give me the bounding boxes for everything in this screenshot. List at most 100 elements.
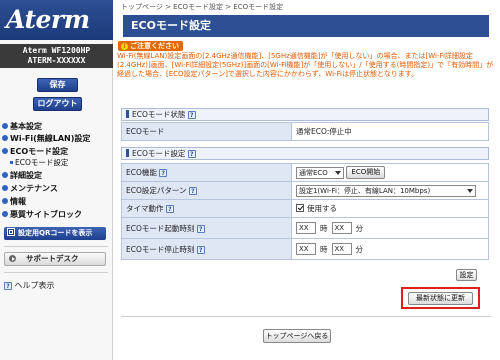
logo-text: Aterm	[6, 5, 90, 34]
hour-unit: 時	[320, 244, 328, 254]
table-row: タイマ動作 ? 使用する	[121, 199, 489, 218]
table-row: ECOモード 通常ECO:停止中	[121, 122, 489, 141]
table-row: ECOモード停止時刻 ? XX 時 XX 分	[121, 238, 489, 260]
minute-unit: 分	[355, 244, 364, 254]
refresh-highlight: 最新状態に更新	[401, 287, 480, 309]
bullet-icon	[2, 211, 8, 217]
hour-unit: 時	[320, 223, 328, 233]
help-icon[interactable]: ?	[187, 150, 196, 158]
row-label: タイマ動作	[126, 204, 164, 213]
nav-label: 基本設定	[10, 122, 42, 131]
help-icon[interactable]: ?	[196, 245, 205, 254]
notice-heading: ! ご注意ください	[118, 41, 183, 51]
eco-pattern-select[interactable]: 設定1(Wi-Fi：停止、有線LAN：10Mbps)	[296, 184, 476, 197]
nav-label: 情報	[10, 197, 26, 206]
nav-eco-mode[interactable]: ECOモード設定	[2, 146, 68, 157]
sidebar: Aterm Aterm WF1200HP ATERM-XXXXXX 保存 ログア…	[0, 0, 113, 360]
eco-function-cell: 通常ECO ECO開始	[291, 163, 489, 182]
pattern-label: ECO設定パターン ?	[121, 181, 292, 200]
nav-eco-mode-settings[interactable]: ECOモード設定	[10, 157, 68, 168]
aterm-logo: Aterm	[0, 0, 113, 40]
nav-maintenance[interactable]: メンテナンス	[2, 183, 58, 194]
start-time-cell: XX 時 XX 分	[291, 217, 489, 239]
section-bar	[126, 110, 129, 118]
nav-label: Wi-Fi(無線LAN)設定	[10, 134, 91, 143]
show-qr-code-button[interactable]: 設定用QRコードを表示	[4, 227, 106, 240]
pattern-cell: 設定1(Wi-Fi：停止、有線LAN：10Mbps)	[291, 181, 489, 200]
help-link[interactable]: ? ヘルプ表示	[4, 280, 55, 291]
bullet-icon	[2, 185, 8, 191]
logout-button[interactable]: ログアウト	[33, 97, 82, 111]
minute-unit: 分	[355, 223, 364, 233]
help-icon[interactable]: ?	[159, 169, 168, 177]
nav-malicious-site-block[interactable]: 悪質サイトブロック	[2, 209, 82, 220]
setting-section-header: ECOモード設定 ?	[121, 147, 489, 160]
stop-hour-input[interactable]: XX	[296, 243, 316, 255]
start-minute-input[interactable]: XX	[331, 222, 352, 234]
status-section-header: ECOモード状態 ?	[121, 108, 489, 121]
help-icon[interactable]: ?	[187, 111, 196, 119]
timer-cell: 使用する	[291, 199, 489, 218]
stop-time-cell: XX 時 XX 分	[291, 238, 489, 260]
qr-label: 設定用QRコードを表示	[18, 229, 93, 237]
nav-info[interactable]: 情報	[2, 196, 26, 207]
set-button[interactable]: 設定	[456, 269, 477, 281]
help-icon[interactable]: ?	[165, 205, 174, 213]
section-title: ECOモード状態	[132, 110, 186, 119]
support-desk-button[interactable]: サポートデスク	[4, 252, 106, 266]
checkbox-label: 使用する	[307, 204, 337, 213]
eco-mode-label: ECOモード	[121, 122, 292, 141]
table-row: ECOモード起動時刻 ? XX 時 XX 分	[121, 217, 489, 239]
eco-function-label: ECO機能 ?	[121, 163, 292, 182]
divider	[4, 246, 108, 247]
warning-icon: !	[121, 43, 128, 50]
page-title: ECOモード設定	[123, 15, 489, 37]
stop-time-label: ECOモード停止時刻 ?	[121, 238, 292, 260]
status-table: ECOモード 通常ECO:停止中	[121, 122, 489, 141]
help-icon: ?	[4, 282, 12, 290]
start-hour-input[interactable]: XX	[296, 222, 316, 234]
nav-wifi-settings[interactable]: Wi-Fi(無線LAN)設定	[2, 133, 90, 144]
bullet-icon	[2, 198, 8, 204]
help-label: ヘルプ表示	[14, 281, 55, 290]
help-icon[interactable]: ?	[196, 224, 205, 233]
nav-label: ECOモード設定	[10, 147, 69, 156]
row-label: ECO機能	[126, 168, 157, 177]
row-label: ECOモード停止時刻	[126, 244, 195, 254]
bullet-icon	[10, 161, 13, 164]
eco-function-select[interactable]: 通常ECO	[296, 166, 344, 179]
nav-label: ECOモード設定	[15, 158, 69, 167]
qr-code-icon	[7, 228, 15, 236]
setting-table: ECO機能 ? 通常ECO ECO開始 ECO設定パターン ? 設定1(Wi-F…	[121, 163, 489, 260]
table-row: ECO機能 ? 通常ECO ECO開始	[121, 163, 489, 182]
divider	[4, 272, 108, 273]
chevron-down-icon	[467, 188, 473, 193]
timer-label: タイマ動作 ?	[121, 199, 292, 218]
back-to-top-button[interactable]: トップページへ戻る	[263, 329, 331, 343]
divider	[121, 316, 491, 317]
device-id: ATERM-XXXXXX	[27, 56, 86, 65]
start-time-label: ECOモード起動時刻 ?	[121, 217, 292, 239]
stop-minute-input[interactable]: XX	[331, 243, 352, 255]
nav-basic-settings[interactable]: 基本設定	[2, 121, 42, 132]
device-model: Aterm WF1200HP ATERM-XXXXXX	[0, 44, 113, 68]
timer-checkbox[interactable]	[296, 204, 304, 212]
bullet-icon	[2, 135, 8, 141]
chevron-down-icon	[335, 170, 341, 175]
help-icon[interactable]: ?	[188, 187, 197, 195]
save-button[interactable]: 保存	[37, 78, 78, 92]
bullet-icon	[2, 148, 8, 154]
eco-start-button[interactable]: ECO開始	[346, 166, 386, 179]
eco-mode-status: 通常ECO:停止中	[291, 122, 489, 141]
arrow-icon	[9, 255, 16, 262]
section-title: ECOモード設定	[132, 149, 186, 158]
notice-title: ご注意ください	[130, 42, 179, 50]
nav-label: メンテナンス	[10, 184, 58, 193]
refresh-button[interactable]: 最新状態に更新	[408, 292, 473, 305]
nav-advanced-settings[interactable]: 詳細設定	[2, 170, 42, 181]
support-label: サポートデスク	[26, 254, 79, 263]
row-label: ECOモード起動時刻	[126, 223, 195, 233]
nav-label: 詳細設定	[10, 171, 42, 180]
bullet-icon	[2, 172, 8, 178]
select-value: 設定1(Wi-Fi：停止、有線LAN：10Mbps)	[299, 186, 431, 195]
